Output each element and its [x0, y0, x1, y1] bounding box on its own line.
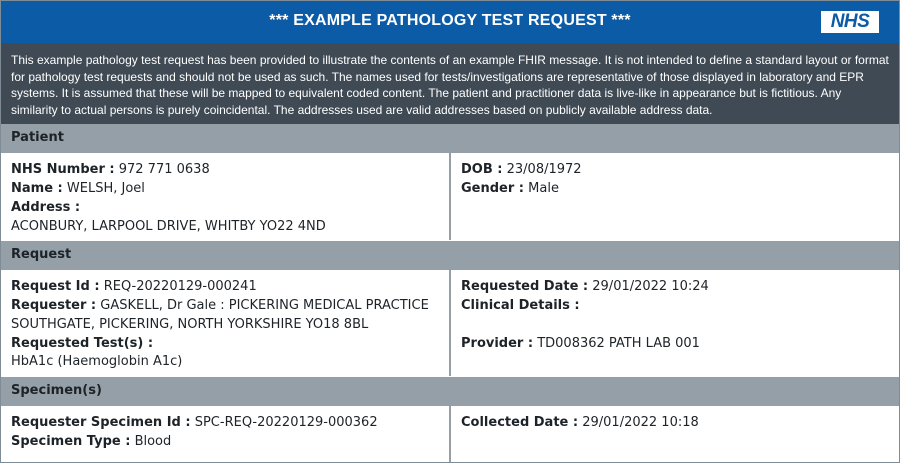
- gender-row: Gender : Male: [461, 181, 559, 196]
- request-id-row: Request Id : REQ-20220129-000241: [11, 279, 257, 294]
- provider-value: TD008362 PATH LAB 001: [537, 336, 700, 351]
- gender-value: Male: [528, 181, 559, 196]
- specimen-id-value: SPC-REQ-20220129-000362: [194, 415, 378, 430]
- request-left-panel: Request Id : REQ-20220129-000241 Request…: [1, 270, 451, 376]
- provider-label: Provider :: [461, 336, 534, 351]
- patient-left-panel: NHS Number : 972 771 0638 Name : WELSH, …: [1, 153, 451, 240]
- request-section-header: Request: [1, 241, 899, 270]
- nhs-logo-text: NHS: [830, 11, 870, 32]
- requester-row: Requester : GASKELL, Dr Gale : PICKERING…: [11, 298, 429, 313]
- specimen-id-row: Requester Specimen Id : SPC-REQ-20220129…: [11, 415, 378, 430]
- document-header: *** EXAMPLE PATHOLOGY TEST REQUEST *** N…: [1, 1, 899, 43]
- specimen-type-value: Blood: [134, 434, 172, 449]
- patient-address-label-row: Address :: [11, 200, 80, 215]
- dob-row: DOB : 23/08/1972: [461, 162, 582, 177]
- requester-value: GASKELL, Dr Gale : PICKERING MEDICAL PRA…: [100, 298, 429, 313]
- patient-address-value: ACONBURY, LARPOOL DRIVE, WHITBY YO22 4ND: [11, 219, 326, 234]
- specimen-right-panel: Collected Date : 29/01/2022 10:18: [451, 406, 899, 462]
- requested-tests-label-row: Requested Test(s) :: [11, 336, 153, 351]
- patient-name-value: WELSH, Joel: [66, 181, 145, 196]
- patient-right-panel: DOB : 23/08/1972 Gender : Male: [451, 153, 899, 240]
- specimen-section-title: Specimen(s): [11, 383, 102, 398]
- request-id-label: Request Id :: [11, 279, 100, 294]
- nhs-number-value: 972 771 0638: [118, 162, 210, 177]
- requested-date-value: 29/01/2022 10:24: [592, 279, 709, 294]
- request-right-panel: Requested Date : 29/01/2022 10:24 Clinic…: [451, 270, 899, 376]
- patient-name-row: Name : WELSH, Joel: [11, 181, 145, 196]
- patient-section-header: Patient: [1, 124, 899, 153]
- collected-date-value: 29/01/2022 10:18: [582, 415, 699, 430]
- clinical-details-row: Clinical Details :: [461, 298, 580, 313]
- specimen-type-label: Specimen Type :: [11, 434, 131, 449]
- request-id-value: REQ-20220129-000241: [103, 279, 257, 294]
- requested-tests-label: Requested Test(s) :: [11, 336, 154, 351]
- dob-label: DOB :: [461, 162, 503, 177]
- requested-date-row: Requested Date : 29/01/2022 10:24: [461, 279, 709, 294]
- patient-section-title: Patient: [11, 130, 64, 145]
- disclaimer-panel: This example pathology test request has …: [1, 43, 899, 124]
- request-section-title: Request: [11, 247, 72, 262]
- gender-label: Gender :: [461, 181, 525, 196]
- collected-date-label: Collected Date :: [461, 415, 579, 430]
- specimen-section-header: Specimen(s): [1, 377, 899, 406]
- requester-label: Requester :: [11, 298, 97, 313]
- specimen-id-label: Requester Specimen Id :: [11, 415, 191, 430]
- collected-date-row: Collected Date : 29/01/2022 10:18: [461, 415, 699, 430]
- requested-date-label: Requested Date :: [461, 279, 589, 294]
- specimen-left-panel: Requester Specimen Id : SPC-REQ-20220129…: [1, 406, 451, 462]
- patient-address-label: Address :: [11, 200, 81, 215]
- specimen-type-row: Specimen Type : Blood: [11, 434, 171, 449]
- patient-name-label: Name :: [11, 181, 63, 196]
- requested-tests-value: HbA1c (Haemoglobin A1c): [11, 354, 183, 369]
- disclaimer-text: This example pathology test request has …: [11, 53, 889, 117]
- document-title: *** EXAMPLE PATHOLOGY TEST REQUEST ***: [269, 12, 631, 29]
- nhs-logo: NHS: [821, 11, 879, 33]
- nhs-number-row: NHS Number : 972 771 0638: [11, 162, 210, 177]
- dob-value: 23/08/1972: [506, 162, 582, 177]
- pathology-request-document: *** EXAMPLE PATHOLOGY TEST REQUEST *** N…: [0, 0, 900, 463]
- nhs-number-label: NHS Number :: [11, 162, 115, 177]
- clinical-details-label: Clinical Details :: [461, 298, 580, 313]
- requester-address: SOUTHGATE, PICKERING, NORTH YORKSHIRE YO…: [11, 317, 369, 332]
- provider-row: Provider : TD008362 PATH LAB 001: [461, 336, 700, 351]
